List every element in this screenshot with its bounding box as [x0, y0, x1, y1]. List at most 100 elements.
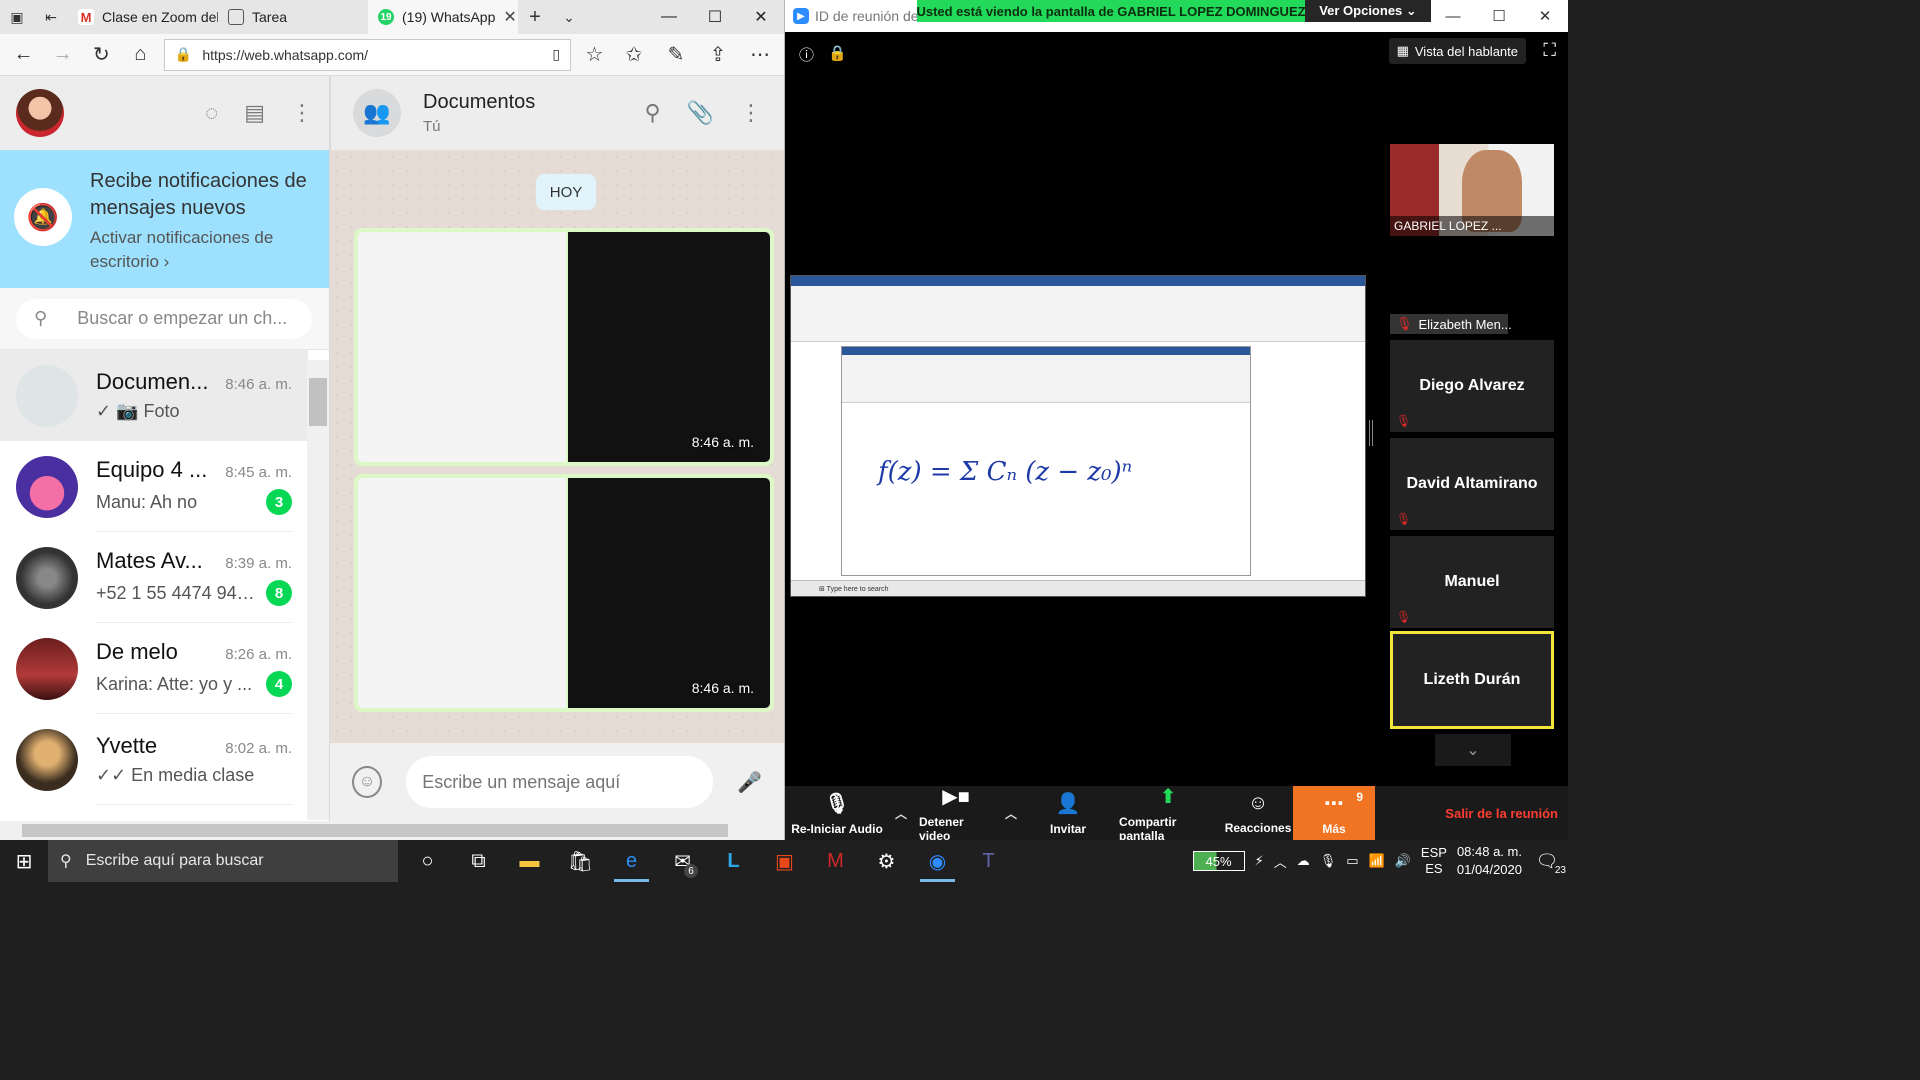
restart-audio-button[interactable]: 🎙 Re-Iniciar Audio [785, 786, 889, 840]
speaker-view-button[interactable]: ▦ Vista del hablante [1388, 38, 1526, 64]
group-avatar-icon[interactable]: 👥 [353, 89, 401, 137]
reading-view-icon[interactable]: ▯ [552, 46, 560, 63]
refresh-icon[interactable]: ↻ [86, 39, 117, 71]
participant-tile[interactable]: Diego Alvarez 🎙 [1390, 340, 1554, 432]
tab-zoom[interactable]: M Clase en Zoom del [68, 0, 218, 34]
close-window-icon[interactable]: ✕ [738, 0, 784, 34]
zoom-app-icon[interactable]: ◉ [912, 840, 963, 882]
onedrive-cloud-icon[interactable]: ☁ [1297, 853, 1310, 869]
task-view-icon[interactable]: ⧉ [453, 840, 504, 882]
user-avatar[interactable] [16, 89, 64, 137]
more-participants-chevron-icon[interactable]: ⌄ [1435, 734, 1511, 766]
chat-item-documentos[interactable]: Documen... 8:46 a. m. ✓ 📷 Foto [0, 350, 308, 441]
minimize-icon[interactable]: — [1430, 0, 1476, 32]
video-options-caret[interactable]: ︿ [999, 786, 1023, 840]
participant-tile-active[interactable]: Lizeth Durán [1390, 631, 1554, 729]
tab-tarea[interactable]: Tarea [218, 0, 368, 34]
video-tile-gabriel[interactable]: GABRIEL LOPEZ ... [1390, 144, 1554, 236]
search-icon[interactable]: ⚲ [644, 100, 660, 126]
teams-icon[interactable]: T [963, 840, 1014, 882]
fullscreen-icon[interactable]: ⛶ [1543, 40, 1556, 61]
view-options-button[interactable]: Ver Opciones ⌄ [1305, 0, 1431, 22]
image-message[interactable]: 8:46 a. m. [354, 474, 774, 712]
enable-notifications-link[interactable]: Activar notificaciones de escritorio › [90, 226, 315, 274]
search-input[interactable]: ⚲ Buscar o empezar un ch... [16, 298, 312, 339]
set-aside-tabs-icon[interactable]: ⇤ [34, 0, 68, 34]
notification-banner[interactable]: 🔕 Recibe notificaciones de mensajes nuev… [0, 150, 329, 288]
mail-icon[interactable]: ✉ 6 [657, 840, 708, 882]
info-icon[interactable]: ⓘ [799, 44, 814, 65]
microphone-icon[interactable]: 🎙 [1320, 853, 1337, 869]
notification-center-icon[interactable]: 🗨 23 [1532, 851, 1566, 876]
language-indicator[interactable]: ESP ES [1421, 845, 1447, 877]
chat-item-mates[interactable]: Mates Av... 8:39 a. m. +52 1 55 4474 9461… [0, 532, 308, 623]
audio-options-caret[interactable]: ︿ [889, 786, 913, 840]
message-input[interactable] [406, 756, 714, 808]
stop-video-button[interactable]: ▶■ Detener video [913, 786, 999, 843]
tab-actions-icon[interactable]: ▣ [0, 0, 34, 34]
maximize-icon[interactable]: ☐ [692, 0, 738, 34]
close-window-icon[interactable]: ✕ [1522, 0, 1568, 32]
scrollbar-thumb[interactable] [309, 378, 327, 426]
participant-tile[interactable]: David Altamirano 🎙 [1390, 438, 1554, 530]
chat-list-scrollbar[interactable] [307, 360, 329, 820]
clock[interactable]: 08:48 a. m. 01/04/2020 [1457, 843, 1522, 879]
menu-icon[interactable]: ⋮ [740, 100, 762, 126]
back-icon[interactable]: ← [8, 39, 39, 71]
participant-tile[interactable]: Manuel 🎙 [1390, 536, 1554, 628]
reactions-button[interactable]: ☺ Reacciones [1223, 786, 1293, 840]
microphone-icon[interactable]: 🎤 [737, 770, 762, 795]
windows-start-icon[interactable]: ⊞ [0, 840, 48, 882]
cortana-icon[interactable]: ○ [402, 840, 453, 882]
more-button[interactable]: ⋯ Más 9 [1293, 786, 1376, 840]
splitter-handle[interactable] [1369, 420, 1373, 446]
attach-icon[interactable]: 📎 [687, 100, 714, 126]
emoji-icon[interactable]: ☺ [352, 766, 383, 798]
lexicon-app-icon[interactable]: L [708, 840, 759, 882]
chat-last-message: +52 1 55 4474 9461: [96, 582, 260, 603]
address-bar[interactable]: 🔒 https://web.whatsapp.com/ ▯ [163, 38, 572, 71]
bell-off-icon: 🔕 [14, 188, 72, 246]
edge-icon[interactable]: e [606, 840, 657, 882]
tray-chevron-icon[interactable]: ︿ [1274, 852, 1287, 871]
share-icon[interactable]: ⇪ [702, 39, 734, 71]
new-tab-icon[interactable]: + [518, 0, 552, 34]
horizontal-scrollbar[interactable] [0, 821, 784, 840]
forward-icon[interactable]: → [47, 39, 78, 71]
office-icon[interactable]: ▣ [759, 840, 810, 882]
favorite-star-icon[interactable]: ☆ [579, 39, 610, 71]
volume-icon[interactable]: 🔊 [1395, 853, 1411, 869]
file-explorer-icon[interactable]: ▬ [504, 840, 555, 882]
tab-list-chevron-icon[interactable]: ⌄ [552, 0, 586, 34]
pen-icon[interactable]: ✎ [660, 39, 692, 71]
taskbar-search[interactable]: ⚲ Escribe aquí para buscar [48, 840, 398, 882]
settings-gear-icon[interactable]: ⚙ [861, 840, 912, 882]
shared-taskbar: ⊞ Type here to search [791, 580, 1365, 596]
image-message[interactable]: 8:46 a. m. [354, 228, 774, 466]
battery-icon[interactable]: ▭ [1346, 853, 1358, 869]
minimize-icon[interactable]: — [646, 0, 692, 34]
share-screen-button[interactable]: ⬆ Compartir pantalla [1113, 786, 1223, 843]
encryption-lock-icon[interactable]: 🔒 [828, 44, 847, 65]
tab-whatsapp[interactable]: 19 (19) WhatsApp ✕ [368, 0, 518, 34]
close-tab-icon[interactable]: ✕ [503, 7, 516, 27]
leave-meeting-button[interactable]: Salir de la reunión [1445, 786, 1568, 840]
maximize-icon[interactable]: ☐ [1476, 0, 1522, 32]
favorites-list-icon[interactable]: ✩ [618, 39, 650, 71]
status-icon[interactable]: ◌ [205, 100, 218, 126]
new-chat-icon[interactable]: ▤ [244, 100, 265, 126]
participant-elizabeth[interactable]: 🎙 Elizabeth Men... [1390, 314, 1512, 334]
chat-item-de-melo[interactable]: De melo 8:26 a. m. Karina: Atte: yo y ...… [0, 623, 308, 714]
chat-item-equipo4[interactable]: Equipo 4 ... 8:45 a. m. Manu: Ah no 3 [0, 441, 308, 532]
wifi-icon[interactable]: 📶 [1369, 853, 1385, 869]
home-icon[interactable]: ⌂ [125, 39, 156, 71]
invite-button[interactable]: 👤 Invitar [1023, 786, 1113, 840]
mcafee-icon[interactable]: M [810, 840, 861, 882]
battery-indicator[interactable]: 45% [1192, 851, 1245, 871]
scrollbar-thumb[interactable] [22, 824, 728, 837]
store-icon[interactable]: 🛍 [555, 840, 606, 882]
notification-title: Recibe notificaciones de mensajes nuevos [90, 170, 307, 219]
more-menu-icon[interactable]: ⋯ [744, 39, 776, 71]
chat-item-yvette[interactable]: Yvette 8:02 a. m. ✓✓ En media clase [0, 714, 308, 805]
menu-icon[interactable]: ⋮ [291, 100, 313, 126]
